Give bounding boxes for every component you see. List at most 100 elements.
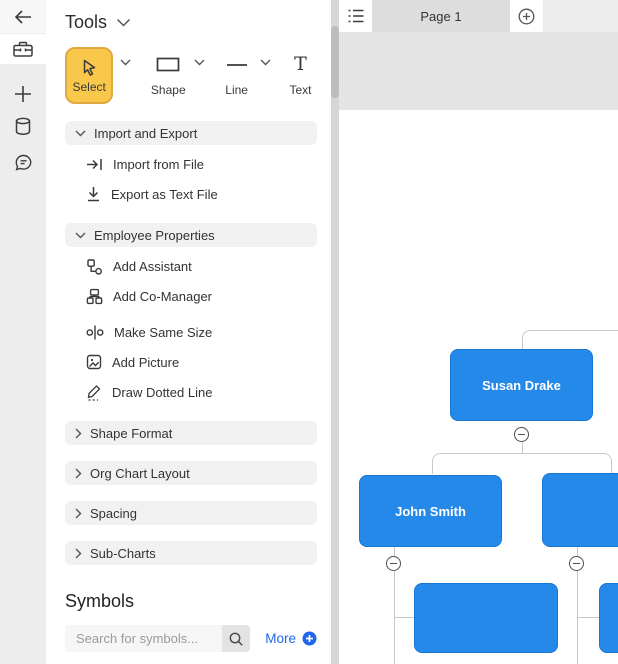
symbols-search-button[interactable] — [222, 625, 251, 652]
section-label: Employee Properties — [94, 227, 215, 243]
section-label: Spacing — [90, 505, 137, 521]
org-node[interactable] — [414, 583, 558, 653]
text-tool-label: Text — [289, 83, 312, 97]
connector-line — [432, 453, 612, 474]
org-node-susan-drake[interactable]: Susan Drake — [450, 349, 593, 421]
add-page-button[interactable] — [510, 0, 543, 32]
back-button[interactable] — [0, 0, 46, 33]
section-label: Import and Export — [94, 125, 198, 141]
section-employee-properties[interactable]: Employee Properties — [65, 223, 317, 247]
section-label: Sub-Charts — [90, 545, 156, 561]
rectangle-icon — [156, 57, 180, 72]
panel-title[interactable]: Tools — [65, 12, 317, 33]
section-items: Import from File Export as Text File — [65, 145, 317, 211]
tools-toolbar: Select Shape Line T Text — [65, 47, 317, 107]
tools-panel: Tools Select Shape Line T Text Import an… — [46, 0, 331, 664]
menu-item-import-from-file[interactable]: Import from File — [65, 149, 317, 179]
search-icon — [228, 631, 244, 647]
line-tool-label: Line — [225, 83, 248, 97]
assistant-icon — [86, 258, 103, 275]
connector-line — [577, 617, 599, 618]
co-manager-icon — [86, 288, 103, 305]
symbols-more-link[interactable]: More — [265, 631, 317, 646]
menu-item-add-co-manager[interactable]: Add Co-Manager — [65, 281, 317, 311]
org-node-john-smith[interactable]: John Smith — [359, 475, 502, 547]
section-spacing[interactable]: Spacing — [65, 501, 317, 525]
shape-dropdown-chevron-icon[interactable] — [194, 59, 205, 66]
panel-scrollbar[interactable] — [331, 0, 339, 664]
org-node-label: Susan Drake — [482, 377, 561, 393]
chevron-down-icon — [75, 232, 86, 239]
line-dropdown-chevron-icon[interactable] — [260, 59, 271, 66]
menu-item-make-same-size[interactable]: Make Same Size — [65, 317, 317, 347]
collapse-branch-button[interactable] — [386, 556, 401, 571]
add-panel-button[interactable] — [0, 77, 46, 111]
menu-item-label: Import from File — [113, 156, 205, 172]
section-label: Shape Format — [90, 425, 173, 441]
same-size-icon — [86, 324, 104, 341]
export-icon — [86, 186, 101, 202]
section-shape-format[interactable]: Shape Format — [65, 421, 317, 445]
toolbox-icon — [12, 39, 34, 59]
more-link-label: More — [265, 631, 296, 646]
collapse-branch-button[interactable] — [569, 556, 584, 571]
menu-item-label: Add Co-Manager — [113, 288, 212, 304]
section-import-and-export[interactable]: Import and Export — [65, 121, 317, 145]
panel-title-label: Tools — [65, 12, 108, 32]
section-sub-charts[interactable]: Sub-Charts — [65, 541, 317, 565]
menu-item-draw-dotted-line[interactable]: Draw Dotted Line — [65, 377, 317, 407]
org-node-label: John Smith — [395, 503, 466, 519]
section-items: Add Assistant Add Co-Manager Make Same S… — [65, 247, 317, 409]
collapse-branch-button[interactable] — [514, 427, 529, 442]
import-icon — [86, 157, 103, 172]
symbols-search-input[interactable] — [65, 625, 222, 652]
chat-icon — [13, 153, 34, 173]
section-org-chart-layout[interactable]: Org Chart Layout — [65, 461, 317, 485]
data-panel-button[interactable] — [0, 109, 46, 143]
connector-line — [522, 442, 523, 453]
chevron-down-icon — [116, 18, 131, 27]
select-dropdown-chevron-icon[interactable] — [120, 59, 131, 66]
connector-line — [394, 617, 414, 618]
panel-scrollbar-thumb[interactable] — [331, 26, 339, 98]
menu-item-label: Add Picture — [112, 354, 180, 370]
text-tool-button[interactable]: T Text — [284, 47, 317, 98]
toolbox-panel-button[interactable] — [0, 34, 46, 64]
line-icon — [226, 57, 248, 72]
page-list-button[interactable] — [339, 0, 372, 32]
menu-item-add-assistant[interactable]: Add Assistant — [65, 251, 317, 281]
canvas-margin — [339, 32, 618, 110]
org-node[interactable] — [542, 473, 618, 547]
dotted-line-icon — [86, 384, 102, 401]
back-arrow-icon — [13, 9, 33, 25]
chevron-down-icon — [75, 130, 86, 137]
chevron-right-icon — [75, 548, 82, 559]
plus-circle-outline-icon — [518, 8, 535, 25]
database-icon — [13, 116, 33, 137]
plus-circle-icon — [302, 631, 317, 646]
app-rail — [0, 0, 46, 664]
connector-line — [394, 547, 395, 556]
canvas-area[interactable]: Susan Drake John Smith Page 1 — [339, 0, 618, 664]
menu-item-label: Make Same Size — [114, 324, 213, 340]
chevron-right-icon — [75, 508, 82, 519]
symbols-title: Symbols — [65, 591, 135, 611]
menu-item-label: Draw Dotted Line — [112, 384, 213, 400]
connector-line — [522, 330, 618, 349]
section-label: Org Chart Layout — [90, 465, 190, 481]
line-tool-button[interactable]: Line — [219, 47, 254, 97]
menu-item-export-as-text-file[interactable]: Export as Text File — [65, 179, 317, 209]
plus-icon — [13, 84, 33, 104]
org-node[interactable] — [599, 583, 618, 653]
page-tab-bar: Page 1 — [339, 0, 618, 32]
comments-panel-button[interactable] — [0, 146, 46, 180]
picture-icon — [86, 354, 102, 370]
text-icon: T — [294, 53, 307, 75]
tab-page-1[interactable]: Page 1 — [372, 0, 510, 32]
select-tool-button[interactable]: Select — [65, 47, 114, 104]
menu-item-add-picture[interactable]: Add Picture — [65, 347, 317, 377]
shape-tool-button[interactable]: Shape — [148, 47, 188, 97]
symbols-search-row: More — [65, 625, 317, 652]
